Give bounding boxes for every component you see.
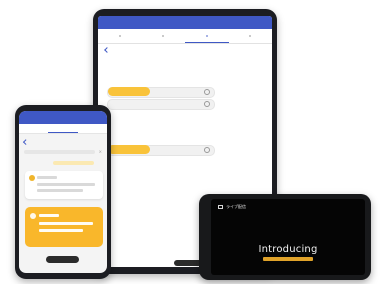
message-line: [37, 176, 57, 179]
phone-tab-2[interactable]: [48, 124, 78, 133]
radio-icon[interactable]: [204, 101, 210, 107]
phone-comment-input[interactable]: [24, 150, 95, 154]
chevron-left-icon: [104, 47, 110, 53]
monitor-icon: [218, 205, 223, 209]
phone-page-title[interactable]: [23, 139, 29, 145]
tablet-top-bar: [98, 16, 272, 29]
tab-icon: [162, 35, 165, 37]
phone-message-card: [25, 171, 103, 199]
tablet-answer-row-1[interactable]: [107, 87, 215, 98]
phone-tab-3[interactable]: [78, 124, 107, 133]
tab-icon: [205, 34, 208, 37]
phone-device: ×: [15, 105, 111, 279]
phone-live-button[interactable]: [46, 256, 79, 263]
phone-tab-1[interactable]: [19, 124, 48, 133]
avatar: [30, 213, 36, 219]
radio-icon[interactable]: [204, 147, 210, 153]
tablet-answer-row-2[interactable]: [107, 99, 215, 110]
tablet-tab-1[interactable]: [98, 29, 142, 43]
tablet-answer-row-3[interactable]: [107, 145, 215, 156]
message-line: [37, 183, 95, 186]
tablet-tab-3[interactable]: [185, 29, 229, 43]
avatar: [29, 175, 35, 181]
phone-screen: ×: [19, 111, 107, 273]
close-icon[interactable]: ×: [99, 149, 102, 154]
phone-tab-bar: [19, 124, 107, 134]
tablet-tab-2[interactable]: [142, 29, 186, 43]
phone-own-message: [53, 161, 94, 165]
tablet-back-link[interactable]: [104, 47, 110, 53]
tablet-answer-selected[interactable]: [108, 87, 150, 96]
video-title: Introducing: [258, 244, 318, 255]
message-line: [39, 229, 83, 232]
phone-highlight-card: [25, 207, 103, 247]
landscape-header: ライブ配信: [218, 204, 246, 210]
landscape-screen: ライブ配信 Introducing: [211, 199, 365, 275]
video-subtitle-bar: [263, 257, 313, 261]
landscape-device: ライブ配信 Introducing: [199, 194, 371, 280]
tablet-tab-bar: [98, 29, 272, 44]
tab-icon: [118, 35, 121, 37]
message-line: [39, 214, 59, 217]
radio-icon[interactable]: [204, 89, 210, 95]
tablet-answer-selected[interactable]: [108, 145, 150, 154]
tablet-tab-4[interactable]: [229, 29, 273, 43]
message-line: [39, 222, 93, 225]
landscape-header-label: ライブ配信: [226, 204, 246, 209]
tab-icon: [249, 35, 252, 37]
phone-header: [19, 111, 107, 124]
chevron-left-icon: [23, 139, 29, 145]
message-line: [37, 189, 83, 192]
